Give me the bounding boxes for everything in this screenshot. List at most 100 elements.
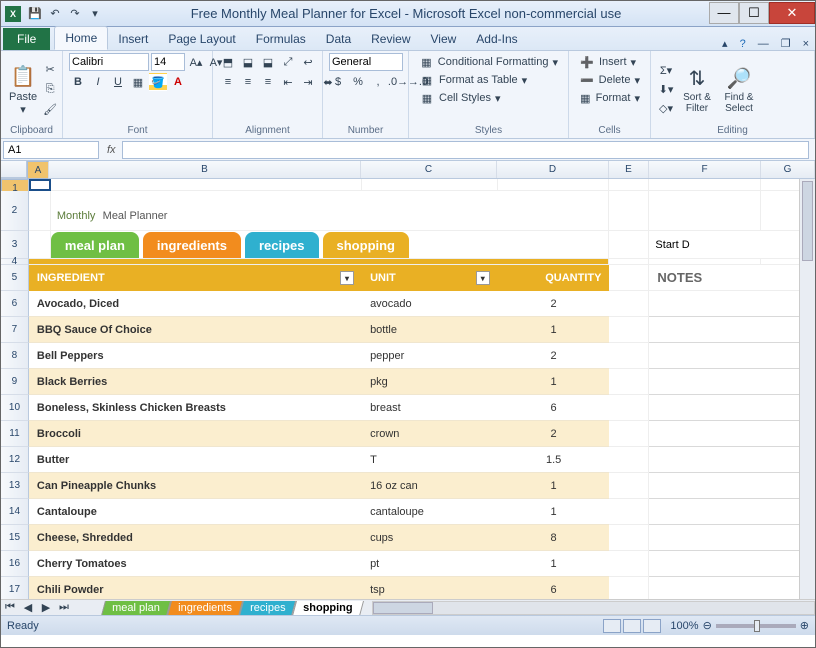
cell[interactable] — [609, 525, 649, 551]
quantity-cell[interactable]: 2 — [498, 343, 610, 369]
tab-file[interactable]: File — [3, 28, 50, 50]
row-header[interactable]: 8 — [1, 343, 29, 369]
cell[interactable] — [649, 191, 761, 231]
align-mid-icon[interactable]: ⬓ — [239, 53, 257, 71]
paste-button[interactable]: 📋Paste▾ — [7, 61, 39, 118]
notes-cell[interactable] — [649, 291, 815, 317]
tab-page-layout[interactable]: Page Layout — [158, 28, 245, 50]
notes-cell[interactable] — [649, 499, 815, 525]
zoom-in-button[interactable]: ⊕ — [800, 619, 809, 632]
cell[interactable] — [609, 499, 649, 525]
unit-cell[interactable]: crown — [362, 421, 498, 447]
doc-close-icon[interactable]: × — [797, 38, 815, 50]
zoom-out-button[interactable]: ⊖ — [703, 619, 712, 632]
tab-home[interactable]: Home — [54, 26, 108, 50]
row-header[interactable]: 14 — [1, 499, 29, 525]
comma-icon[interactable]: , — [369, 73, 387, 91]
cell[interactable] — [609, 369, 649, 395]
sheet-tab-meal-plan[interactable]: meal plan — [101, 601, 171, 616]
ingredient-cell[interactable]: Broccoli — [29, 421, 362, 447]
maximize-button[interactable]: ☐ — [739, 2, 769, 24]
tab-view[interactable]: View — [421, 28, 467, 50]
sheet-tab-recipes[interactable]: recipes — [239, 601, 296, 616]
horizontal-scrollbar[interactable] — [372, 601, 816, 615]
ingredient-cell[interactable]: Cantaloupe — [29, 499, 362, 525]
row-header[interactable]: 10 — [1, 395, 29, 421]
align-top-icon[interactable]: ⬒ — [219, 53, 237, 71]
tab-insert[interactable]: Insert — [108, 28, 158, 50]
close-button[interactable]: ✕ — [769, 2, 815, 24]
notes-cell[interactable] — [649, 473, 815, 499]
unit-cell[interactable]: breast — [362, 395, 498, 421]
cell[interactable] — [51, 179, 362, 191]
fx-icon[interactable]: fx — [101, 144, 122, 156]
col-header-quantity[interactable]: QUANTITY — [498, 265, 610, 291]
ingredient-cell[interactable]: Boneless, Skinless Chicken Breasts — [29, 395, 362, 421]
cell[interactable] — [609, 191, 649, 231]
inc-decimal-icon[interactable]: .0→ — [389, 73, 407, 91]
view-normal-icon[interactable] — [603, 619, 621, 633]
sheet-nav-prev-icon[interactable]: ◀ — [19, 599, 37, 616]
cut-icon[interactable]: ✂ — [41, 60, 59, 78]
col-header-ingredient[interactable]: INGREDIENT▾ — [29, 265, 362, 291]
currency-icon[interactable]: $ — [329, 73, 347, 91]
sort-filter-button[interactable]: ⇅Sort & Filter — [677, 62, 717, 116]
minimize-ribbon-icon[interactable]: ▴ — [716, 37, 734, 50]
unit-cell[interactable]: pepper — [362, 343, 498, 369]
view-layout-icon[interactable] — [623, 619, 641, 633]
autosum-icon[interactable]: Σ▾ — [657, 61, 675, 79]
vertical-scrollbar[interactable] — [799, 179, 815, 599]
border-button[interactable]: ▦ — [129, 73, 147, 91]
font-name-select[interactable] — [69, 53, 149, 71]
sheet-tab-ingredients[interactable]: ingredients — [167, 601, 243, 616]
tab-add-ins[interactable]: Add-Ins — [466, 28, 527, 50]
tab-formulas[interactable]: Formulas — [246, 28, 316, 50]
italic-button[interactable]: I — [89, 73, 107, 91]
scrollbar-thumb[interactable] — [373, 602, 433, 614]
ingredient-cell[interactable]: BBQ Sauce Of Choice — [29, 317, 362, 343]
save-icon[interactable]: 💾 — [27, 6, 43, 22]
cell[interactable] — [609, 551, 649, 577]
cell[interactable] — [609, 395, 649, 421]
tab-data[interactable]: Data — [316, 28, 361, 50]
column-header[interactable]: G — [761, 161, 815, 178]
formula-input[interactable] — [122, 141, 809, 159]
notes-cell[interactable] — [649, 551, 815, 577]
align-bot-icon[interactable]: ⬓ — [259, 53, 277, 71]
column-header[interactable]: A — [27, 161, 49, 179]
dec-indent-icon[interactable]: ⇤ — [279, 73, 297, 91]
row-header[interactable]: 16 — [1, 551, 29, 577]
column-header[interactable]: B — [49, 161, 361, 178]
quantity-cell[interactable]: 1.5 — [498, 447, 610, 473]
row-header[interactable]: 2 — [1, 191, 29, 231]
unit-cell[interactable]: 16 oz can — [362, 473, 498, 499]
selected-cell[interactable] — [29, 179, 51, 191]
name-box[interactable]: A1 — [3, 141, 99, 159]
delete-cells-button[interactable]: ➖Delete ▾ — [575, 71, 644, 89]
pill-ingredients[interactable]: ingredients — [143, 232, 241, 258]
minimize-button[interactable]: — — [709, 2, 739, 24]
notes-cell[interactable] — [649, 447, 815, 473]
tab-review[interactable]: Review — [361, 28, 420, 50]
insert-cells-button[interactable]: ➕Insert ▾ — [575, 53, 644, 71]
unit-cell[interactable]: cantaloupe — [362, 499, 498, 525]
cell[interactable] — [609, 421, 649, 447]
cell[interactable] — [609, 231, 649, 259]
cell[interactable] — [649, 179, 761, 191]
unit-cell[interactable]: cups — [362, 525, 498, 551]
underline-button[interactable]: U — [109, 73, 127, 91]
orientation-icon[interactable]: ⤢ — [279, 53, 297, 71]
quantity-cell[interactable]: 2 — [498, 291, 610, 317]
view-pagebreak-icon[interactable] — [643, 619, 661, 633]
ingredient-cell[interactable]: Avocado, Diced — [29, 291, 362, 317]
column-header[interactable]: F — [649, 161, 761, 178]
align-right-icon[interactable]: ≡ — [259, 73, 277, 91]
ingredient-cell[interactable]: Cherry Tomatoes — [29, 551, 362, 577]
qat-dropdown-icon[interactable]: ▾ — [87, 6, 103, 22]
undo-icon[interactable]: ↶ — [47, 6, 63, 22]
col-header-unit[interactable]: UNIT▾ — [362, 265, 498, 291]
notes-cell[interactable] — [649, 369, 815, 395]
align-center-icon[interactable]: ≡ — [239, 73, 257, 91]
quantity-cell[interactable]: 1 — [498, 473, 610, 499]
help-icon[interactable]: ? — [734, 38, 752, 50]
